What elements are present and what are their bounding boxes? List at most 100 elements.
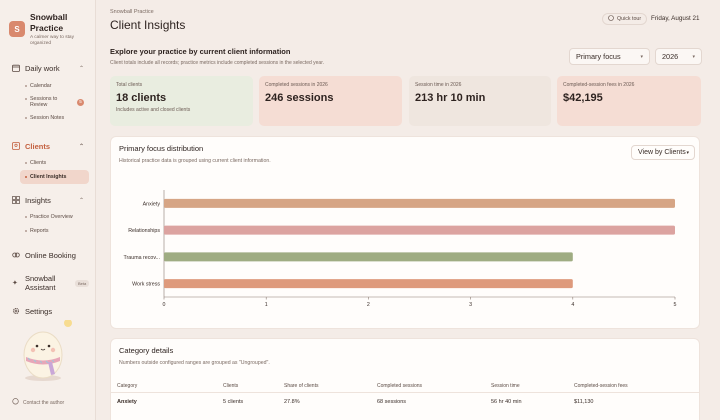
stat-label: Session time in 2026 bbox=[415, 82, 462, 88]
x-tick-label: 1 bbox=[265, 302, 268, 308]
card-title: Category details bbox=[119, 346, 174, 355]
column-header[interactable]: Clients bbox=[223, 383, 238, 389]
stat-card-completed-sessions: Completed sessions in 2026 246 sessions bbox=[259, 76, 402, 126]
cell-sessions: 68 sessions bbox=[377, 399, 407, 405]
category-details-card: Category details Numbers outside configu… bbox=[110, 338, 700, 420]
nav-section-insights: Insights ⌃ Practice Overview Reports bbox=[0, 193, 96, 238]
brand[interactable]: S Snowball Practice A calmer way to stay… bbox=[9, 12, 86, 47]
main-content: Snowball Practice Client Insights Quick … bbox=[96, 0, 720, 420]
intro-title: Explore your practice by current client … bbox=[110, 47, 291, 56]
intro-subtitle: Client totals include all records; pract… bbox=[110, 60, 324, 66]
chevron-up-icon: ⌃ bbox=[78, 197, 84, 204]
primary-focus-select[interactable]: Primary focus ▾ bbox=[569, 48, 650, 65]
column-header[interactable]: Share of clients bbox=[284, 383, 318, 389]
bar-0[interactable] bbox=[164, 198, 675, 208]
nav-head-clients[interactable]: Clients ⌃ bbox=[0, 139, 96, 153]
chevron-up-icon: ⌃ bbox=[78, 143, 84, 150]
x-tick-label: 4 bbox=[571, 302, 574, 308]
stat-card-total-clients: Total clients 18 clients Includes active… bbox=[110, 76, 253, 126]
x-tick-label: 5 bbox=[674, 302, 677, 308]
chevron-up-icon: ⌃ bbox=[78, 65, 84, 72]
contact-author-link[interactable]: Contact the author bbox=[12, 398, 64, 407]
sidebar-item-client-insights[interactable]: Client Insights bbox=[20, 170, 89, 184]
select-value: Primary focus bbox=[576, 52, 621, 61]
sparkle-icon: ✦ bbox=[12, 280, 18, 287]
stat-value: $42,195 bbox=[563, 92, 603, 104]
breadcrumb[interactable]: Snowball Practice bbox=[110, 9, 154, 15]
stat-label: Total clients bbox=[116, 82, 143, 88]
current-date: Friday, August 21 bbox=[651, 15, 700, 22]
beta-badge: Beta bbox=[75, 279, 90, 287]
x-tick-label: 2 bbox=[367, 302, 370, 308]
quick-tour-button[interactable]: Quick tour bbox=[602, 13, 648, 25]
page-title: Client Insights bbox=[110, 18, 186, 32]
bar-2[interactable] bbox=[164, 252, 573, 262]
chevron-down-icon: ▾ bbox=[692, 53, 695, 60]
stat-label: Completed-session fees in 2026 bbox=[563, 82, 635, 88]
cell-category: Anxiety bbox=[117, 399, 137, 405]
category-label: Trauma recov... bbox=[124, 255, 161, 261]
nav-section-clients: Clients ⌃ Clients Client Insights bbox=[0, 139, 96, 184]
sidebar-item-sessions-to-review[interactable]: Sessions to Review 5 bbox=[0, 93, 90, 111]
select-value: 2026 bbox=[662, 52, 679, 61]
category-label: Relationships bbox=[128, 228, 160, 234]
sidebar-item-clients[interactable]: Clients bbox=[0, 156, 90, 170]
column-header[interactable]: Completed sessions bbox=[377, 383, 422, 389]
help-icon bbox=[608, 15, 614, 23]
year-select[interactable]: 2026 ▾ bbox=[655, 48, 702, 65]
stat-value: 18 clients bbox=[116, 92, 167, 104]
chat-icon bbox=[12, 398, 19, 407]
nav-head-label: Daily work bbox=[25, 63, 60, 73]
stat-label: Completed sessions in 2026 bbox=[265, 82, 328, 88]
nav-label: Online Booking bbox=[25, 250, 76, 260]
cell-share: 27.8% bbox=[284, 399, 300, 405]
bar-3[interactable] bbox=[164, 279, 573, 289]
column-header[interactable]: Session time bbox=[491, 383, 520, 389]
link-icon bbox=[12, 251, 20, 259]
contact-label: Contact the author bbox=[23, 399, 65, 406]
app-tagline: A calmer way to stay organized bbox=[30, 35, 74, 46]
nav-head-label: Clients bbox=[25, 141, 51, 151]
cell-clients: 5 clients bbox=[223, 399, 244, 405]
stat-value: 246 sessions bbox=[265, 92, 334, 104]
stat-card-session-fees: Completed-session fees in 2026 $42,195 bbox=[557, 76, 701, 126]
calendar-icon bbox=[12, 64, 20, 72]
sidebar-item-session-notes[interactable]: Session Notes bbox=[0, 111, 90, 125]
nav-label: Settings bbox=[25, 306, 53, 316]
grid-icon bbox=[12, 196, 20, 204]
category-label: Work stress bbox=[132, 282, 160, 288]
card-subtitle: Numbers outside configured ranges are gr… bbox=[119, 360, 270, 366]
distribution-card: Primary focus distribution Historical pr… bbox=[110, 136, 700, 329]
app-name: Snowball Practice bbox=[30, 12, 68, 33]
bar-1[interactable] bbox=[164, 225, 675, 235]
sidebar-item-label: Sessions to Review bbox=[30, 95, 58, 109]
column-header[interactable]: Category bbox=[117, 383, 137, 389]
chevron-down-icon: ▾ bbox=[640, 53, 643, 60]
gear-icon bbox=[12, 307, 20, 315]
table-header: Category Clients Share of clients Comple… bbox=[111, 381, 699, 393]
sidebar: S Snowball Practice A calmer way to stay… bbox=[0, 0, 96, 420]
stat-note: Includes active and closed clients bbox=[116, 107, 191, 113]
app-logo: S bbox=[9, 21, 25, 37]
sidebar-item-calendar[interactable]: Calendar bbox=[0, 79, 90, 93]
table-row[interactable]: Anxiety 5 clients 27.8% 68 sessions 56 h… bbox=[111, 399, 699, 413]
nav-assistant[interactable]: ✦ Snowball Assistant Beta bbox=[0, 273, 96, 293]
nav-head-insights[interactable]: Insights ⌃ bbox=[0, 193, 96, 207]
category-label: Anxiety bbox=[143, 201, 161, 207]
x-tick-label: 3 bbox=[469, 302, 472, 308]
nav-section-daily-work: Daily work ⌃ Calendar Sessions to Review… bbox=[0, 61, 96, 125]
sidebar-item-practice-overview[interactable]: Practice Overview bbox=[0, 210, 90, 224]
nav-head-daily-work[interactable]: Daily work ⌃ bbox=[0, 61, 96, 75]
count-badge: 5 bbox=[77, 98, 84, 106]
stat-card-session-time: Session time in 2026 213 hr 10 min bbox=[409, 76, 551, 126]
sidebar-item-reports[interactable]: Reports bbox=[0, 224, 90, 238]
primary-focus-bar-chart: Anxiety Relationships Trauma recov... Work … bbox=[124, 190, 677, 308]
nav-head-label: Insights bbox=[25, 195, 51, 205]
nav-settings[interactable]: Settings bbox=[0, 304, 96, 318]
nav-label: Snowball Assistant bbox=[25, 273, 56, 293]
column-header[interactable]: Completed-session fees bbox=[574, 383, 628, 389]
stat-value: 213 hr 10 min bbox=[415, 92, 486, 104]
nav-online-booking[interactable]: Online Booking bbox=[0, 248, 96, 262]
cell-fees: $11,130 bbox=[574, 399, 594, 405]
users-icon bbox=[12, 142, 20, 150]
